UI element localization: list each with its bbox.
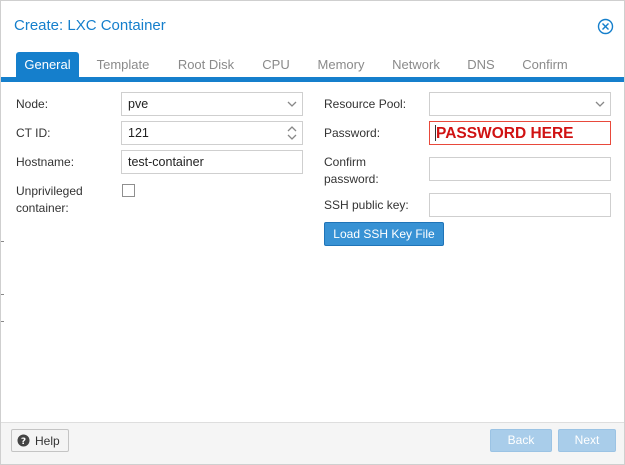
tab-network[interactable]: Network (385, 52, 447, 77)
chevron-down-icon (595, 101, 605, 107)
dialog-titlebar: Create: LXC Container (1, 1, 624, 45)
tab-confirm[interactable]: Confirm (515, 52, 575, 77)
node-label: Node: (16, 97, 49, 111)
password-input[interactable]: PASSWORD HERE (429, 121, 611, 145)
node-select[interactable]: pve (121, 92, 303, 116)
dialog-title: Create: LXC Container (14, 17, 166, 34)
hostname-input[interactable]: test-container (121, 150, 303, 174)
unprivileged-label-line2: container: (16, 201, 69, 215)
tab-cpu[interactable]: CPU (255, 52, 297, 77)
hostname-value: test-container (128, 155, 204, 169)
unprivileged-label-line1: Unprivileged (16, 184, 83, 198)
next-button[interactable]: Next (558, 429, 616, 452)
edge-mark (1, 321, 4, 322)
resource-pool-select[interactable] (429, 92, 611, 116)
edge-mark (1, 294, 4, 295)
ctid-value: 121 (128, 126, 149, 140)
dialog-footer: ? Help Back Next (1, 422, 624, 464)
password-label: Password: (324, 126, 381, 140)
svg-text:?: ? (21, 437, 26, 447)
wizard-tabbar: General Template Root Disk CPU Memory Ne… (1, 45, 624, 82)
chevron-down-icon (287, 101, 297, 107)
confirm-password-label-line2: password: (324, 172, 379, 186)
spinner-arrows-icon[interactable] (286, 125, 298, 141)
node-value: pve (128, 97, 149, 111)
tab-root-disk[interactable]: Root Disk (169, 52, 243, 77)
create-lxc-dialog: Create: LXC Container General Template R… (0, 0, 625, 465)
ssh-public-key-input[interactable] (429, 193, 611, 217)
resource-pool-label: Resource Pool: (324, 97, 407, 111)
tab-template[interactable]: Template (89, 52, 157, 77)
question-circle-icon: ? (17, 434, 30, 447)
confirm-password-input[interactable] (429, 157, 611, 181)
tab-dns[interactable]: DNS (459, 52, 503, 77)
ctid-label: CT ID: (16, 126, 51, 140)
ssh-public-key-label: SSH public key: (324, 198, 409, 212)
password-value: PASSWORD HERE (436, 125, 574, 142)
back-button[interactable]: Back (490, 429, 552, 452)
tab-general[interactable]: General (16, 52, 79, 77)
ctid-spinner[interactable]: 121 (121, 121, 303, 145)
confirm-password-label-line1: Confirm (324, 155, 367, 169)
edge-mark (1, 241, 4, 242)
hostname-label: Hostname: (16, 155, 75, 169)
help-button[interactable]: ? Help (11, 429, 69, 452)
unprivileged-checkbox[interactable] (122, 184, 135, 197)
close-icon[interactable] (597, 18, 614, 35)
tab-memory[interactable]: Memory (309, 52, 373, 77)
load-ssh-key-file-button[interactable]: Load SSH Key File (324, 222, 444, 246)
help-label: Help (35, 434, 60, 448)
